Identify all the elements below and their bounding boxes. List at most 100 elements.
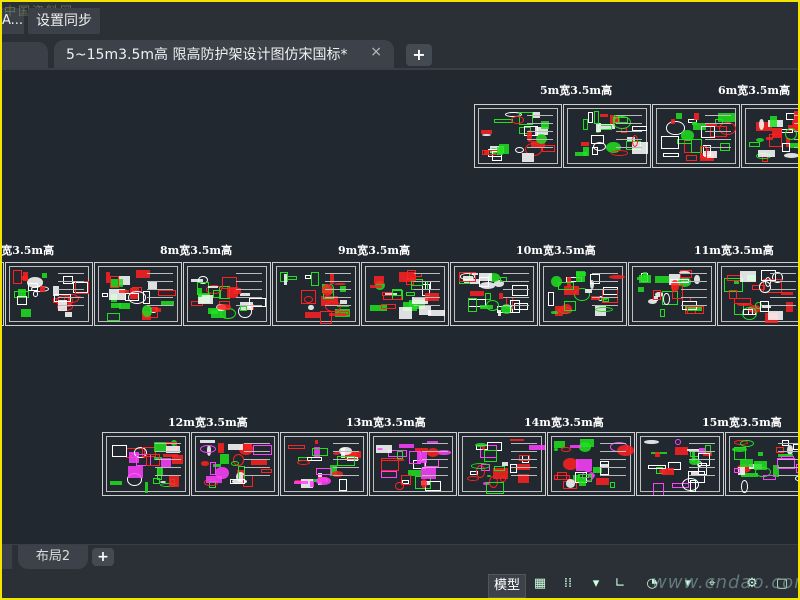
drawing-stroke xyxy=(106,312,120,321)
drawing-stroke xyxy=(380,471,398,478)
drawing-sheet[interactable] xyxy=(628,262,716,326)
drawing-sheet[interactable] xyxy=(539,262,627,326)
title-block-line xyxy=(770,297,796,298)
drawing-group-label: 15m宽3.5m高 xyxy=(702,416,782,429)
drawing-sheet[interactable] xyxy=(458,432,546,496)
title-block-line xyxy=(503,289,529,290)
drawing-stroke xyxy=(589,274,600,285)
title-block-line xyxy=(422,451,448,452)
drawing-stroke xyxy=(399,444,414,448)
add-layout-button[interactable]: + xyxy=(92,548,114,566)
drawing-stroke xyxy=(749,142,761,148)
drawing-stroke xyxy=(470,462,490,469)
drawing-stroke xyxy=(310,481,315,488)
drawing-sheet[interactable] xyxy=(272,262,360,326)
drawing-group-label: 10m宽3.5m高 xyxy=(516,244,596,257)
drawing-stroke xyxy=(336,456,356,466)
title-block-line xyxy=(155,443,181,444)
drawing-stroke xyxy=(742,308,754,316)
drawing-stroke xyxy=(380,460,400,471)
drawing-stroke xyxy=(585,289,592,293)
drawing-sheet[interactable] xyxy=(450,262,538,326)
drawing-stroke xyxy=(215,467,229,479)
tab-previous-document[interactable] xyxy=(2,42,48,68)
drawing-sheet[interactable] xyxy=(725,432,798,496)
drawing-canvas[interactable]: 5m宽3.5m高 6m宽3.5m高 7m宽3.5m高 8m宽3.5m高 9m宽3.5m高… xyxy=(2,70,798,544)
title-block-line xyxy=(147,281,173,282)
ortho-icon[interactable]: ∟ xyxy=(610,575,630,593)
drawing-stroke xyxy=(565,479,575,488)
title-block-line xyxy=(236,273,262,274)
drawing-sheet[interactable] xyxy=(102,432,190,496)
drawing-stroke xyxy=(136,270,150,279)
drawing-stroke xyxy=(109,276,119,289)
drawing-stroke xyxy=(676,112,683,119)
drawing-sheet[interactable] xyxy=(5,262,93,326)
drawing-stroke xyxy=(570,444,582,448)
drawing-stroke xyxy=(580,142,590,146)
model-space-button[interactable]: 模型 xyxy=(488,574,526,598)
drawing-stroke xyxy=(315,439,319,444)
title-block-line xyxy=(705,131,731,132)
drawing-stroke xyxy=(632,125,647,131)
drawing-stroke xyxy=(775,446,785,454)
drawing-group-label: 6m宽3.5m高 xyxy=(718,84,791,97)
drawing-stroke xyxy=(700,146,708,158)
drawing-stroke xyxy=(42,273,47,278)
title-block-line xyxy=(147,289,173,290)
title-block-line xyxy=(414,273,440,274)
grid-icon[interactable]: ▦ xyxy=(530,575,550,593)
drawing-sheet[interactable] xyxy=(183,262,271,326)
add-tab-button[interactable]: + xyxy=(406,44,432,66)
chevron-down-icon[interactable]: ▾ xyxy=(586,575,606,593)
drawing-stroke xyxy=(487,474,491,478)
drawing-sheet[interactable] xyxy=(191,432,279,496)
drawing-sheet[interactable] xyxy=(474,104,562,168)
sync-settings-button[interactable]: 设置同步 xyxy=(28,8,100,34)
layout-tab-2[interactable]: 布局2 xyxy=(18,545,88,569)
close-icon[interactable]: × xyxy=(370,44,382,60)
top-bar: A... 中国资料网 设置同步 xyxy=(2,2,798,36)
drawing-sheet[interactable] xyxy=(717,262,798,326)
drawing-sheet[interactable] xyxy=(636,432,724,496)
title-block-line xyxy=(778,475,798,476)
drawing-stroke xyxy=(784,152,798,158)
title-block-line xyxy=(705,139,731,140)
title-block-line xyxy=(592,281,618,282)
title-block-line xyxy=(503,297,529,298)
title-block-line xyxy=(236,281,262,282)
drawing-stroke xyxy=(421,467,436,479)
drawing-stroke xyxy=(563,300,577,312)
drawing-group-label: 7m宽3.5m高 xyxy=(2,244,55,257)
drawing-stroke xyxy=(145,453,161,467)
drawing-sheet[interactable] xyxy=(369,432,457,496)
title-block-line xyxy=(155,451,181,452)
drawing-sheet[interactable] xyxy=(361,262,449,326)
drawing-stroke xyxy=(793,444,798,450)
drawing-stroke xyxy=(65,312,73,318)
drawing-stroke xyxy=(740,458,754,467)
drawing-sheet[interactable] xyxy=(741,104,798,168)
tab-active-document[interactable]: 5~15m3.5m高 限高防护架设计图仿宋国标* × xyxy=(54,40,394,68)
drawing-stroke xyxy=(253,444,273,456)
title-block-line xyxy=(333,451,359,452)
drawing-stroke xyxy=(229,479,245,485)
drawing-sheet[interactable] xyxy=(547,432,635,496)
drawing-stroke xyxy=(240,292,250,297)
drawing-stroke xyxy=(200,461,210,466)
drawing-stroke xyxy=(758,149,775,157)
drawing-stroke xyxy=(509,439,525,442)
snap-grid-icon[interactable]: ⁞⁞ xyxy=(558,575,578,593)
drawing-sheet[interactable] xyxy=(563,104,651,168)
drawing-sheet[interactable] xyxy=(2,262,4,326)
drawing-sheet[interactable] xyxy=(280,432,368,496)
drawing-sheet[interactable] xyxy=(94,262,182,326)
layout-tab-previous[interactable] xyxy=(2,545,12,569)
title-block-line xyxy=(511,467,537,468)
drawing-stroke xyxy=(400,474,412,485)
title-block-line xyxy=(681,281,707,282)
title-block-line xyxy=(503,281,529,282)
drawing-sheet[interactable] xyxy=(652,104,740,168)
drawing-stroke xyxy=(498,143,510,154)
title-block-line xyxy=(422,475,448,476)
